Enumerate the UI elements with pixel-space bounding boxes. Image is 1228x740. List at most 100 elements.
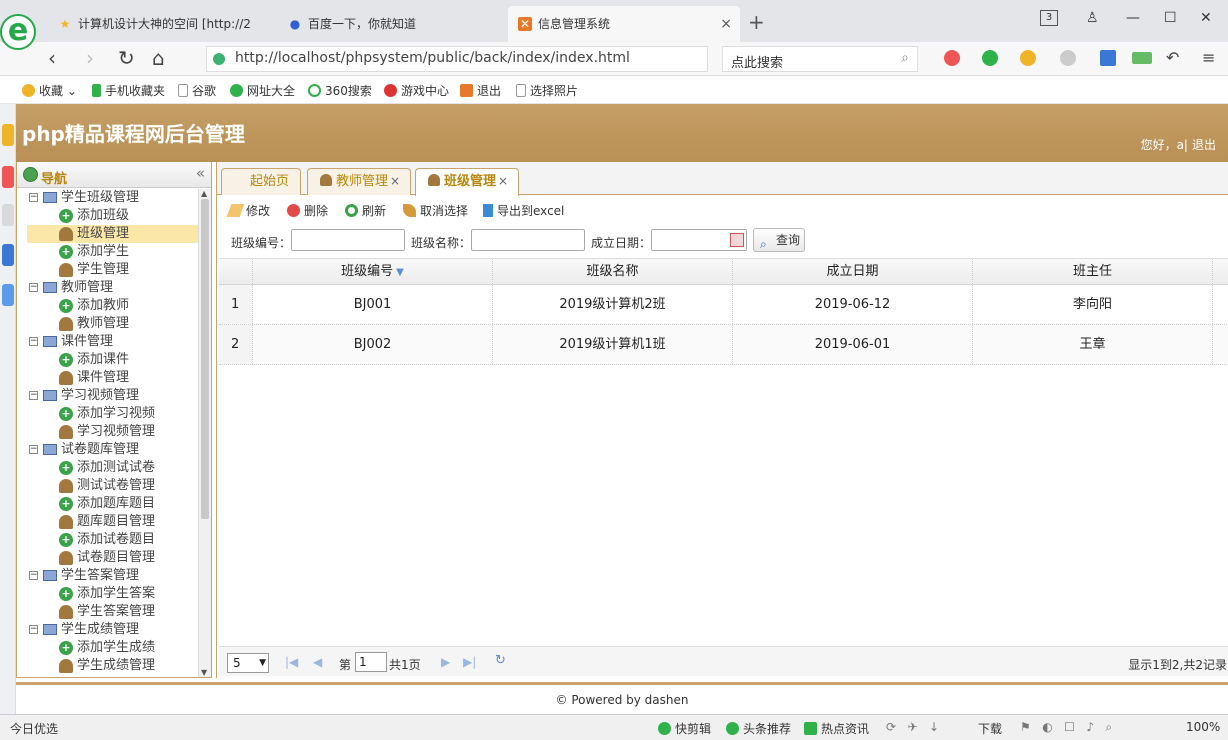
bookmark-directory[interactable]: 网址大全 xyxy=(230,82,295,99)
tree-group-courseware[interactable]: − 课件管理 xyxy=(17,333,199,351)
tree-item-student-manage[interactable]: 学生管理 xyxy=(17,261,199,279)
new-tab-button[interactable]: + xyxy=(748,10,765,34)
sidebar-star-icon[interactable] xyxy=(2,124,14,146)
next-page-icon[interactable]: ▶ xyxy=(441,655,450,669)
nav-scrollbar[interactable]: ▲ ▼ xyxy=(198,189,211,677)
zoom-level[interactable]: 100% xyxy=(1186,720,1220,734)
tree-group-answers[interactable]: − 学生答案管理 xyxy=(17,567,199,585)
bookmark-360[interactable]: 360搜索 xyxy=(308,82,372,99)
scroll-down-icon[interactable]: ▼ xyxy=(201,668,207,677)
home-icon[interactable]: ⌂ xyxy=(152,46,165,70)
bookmark-favorites[interactable]: 收藏 ⌄ xyxy=(22,82,77,99)
tree-item-video-manage[interactable]: 学习视频管理 xyxy=(17,423,199,441)
collapse-toggle-icon[interactable]: − xyxy=(29,571,38,580)
tree-item-courseware-manage[interactable]: 课件管理 xyxy=(17,369,199,387)
last-page-icon[interactable]: ▶| xyxy=(463,655,476,669)
sidebar-game-icon[interactable] xyxy=(2,204,14,226)
collapse-toggle-icon[interactable]: − xyxy=(29,391,38,400)
close-tab-icon[interactable]: × xyxy=(720,6,732,42)
tree-item-add-test-paper[interactable]: + 添加测试试卷 xyxy=(17,459,199,477)
translate-icon[interactable] xyxy=(982,50,998,66)
reload-icon[interactable]: ↻ xyxy=(118,46,135,70)
page-number-input[interactable]: 1 xyxy=(355,652,387,672)
chat-icon[interactable] xyxy=(1060,50,1076,66)
bookmark-logout[interactable]: 退出 xyxy=(460,82,501,99)
logout-link[interactable]: 退出 xyxy=(1192,138,1216,152)
edit-button[interactable]: 修改 xyxy=(226,202,270,219)
tab-home[interactable]: 起始页 xyxy=(221,168,301,195)
shirt-icon[interactable]: ♙ xyxy=(1086,10,1099,26)
tree-item-add-class[interactable]: + 添加班级 xyxy=(17,207,199,225)
close-window-icon[interactable]: ✕ xyxy=(1200,10,1212,26)
column-header-date[interactable]: 成立日期 xyxy=(733,259,973,284)
tree-item-add-answer[interactable]: + 添加学生答案 xyxy=(17,585,199,603)
collapse-toggle-icon[interactable]: − xyxy=(29,193,38,202)
status-headlines[interactable]: 头条推荐 xyxy=(726,720,791,737)
collapse-toggle-icon[interactable]: − xyxy=(29,283,38,292)
column-header-class-name[interactable]: 班级名称 xyxy=(493,259,733,284)
table-row[interactable]: 1 BJ001 2019级计算机2班 2019-06-12 李向阳 xyxy=(219,285,1228,325)
bookmark-photo[interactable]: 选择照片 xyxy=(516,82,578,99)
deselect-button[interactable]: 取消选择 xyxy=(403,202,468,219)
calendar-icon[interactable] xyxy=(730,233,744,247)
tree-group-exam[interactable]: − 试卷题库管理 xyxy=(17,441,199,459)
tree-item-bank-question-manage[interactable]: 题库题目管理 xyxy=(17,513,199,531)
class-no-input[interactable] xyxy=(291,229,405,251)
first-page-icon[interactable]: |◀ xyxy=(285,655,298,669)
class-name-input[interactable] xyxy=(471,229,585,251)
collapse-toggle-icon[interactable]: − xyxy=(29,625,38,634)
tree-group-scores[interactable]: − 学生成绩管理 xyxy=(17,621,199,639)
export-excel-button[interactable]: 导出到excel xyxy=(483,202,564,219)
status-tools-icon[interactable]: ⟳ ✈ ↓ xyxy=(886,720,939,734)
undo-icon[interactable]: ↶ xyxy=(1166,48,1179,67)
scroll-thumb[interactable] xyxy=(201,199,209,519)
tree-item-add-paper-question[interactable]: + 添加试卷题目 xyxy=(17,531,199,549)
tree-group-teacher[interactable]: − 教师管理 xyxy=(17,279,199,297)
scissors-icon[interactable] xyxy=(944,50,960,66)
search-icon[interactable]: ⌕ xyxy=(901,50,909,66)
delete-button[interactable]: 删除 xyxy=(287,202,328,219)
sidebar-red-icon[interactable] xyxy=(2,166,14,188)
collapse-toggle-icon[interactable]: − xyxy=(29,445,38,454)
scroll-up-icon[interactable]: ▲ xyxy=(201,189,207,198)
apps-icon[interactable] xyxy=(1100,50,1116,66)
tree-item-add-score[interactable]: + 添加学生成绩 xyxy=(17,639,199,657)
status-download[interactable]: 下载 xyxy=(978,720,1002,737)
coin-icon[interactable] xyxy=(1020,50,1036,66)
back-icon[interactable]: ‹ xyxy=(48,46,56,70)
maximize-icon[interactable]: ☐ xyxy=(1164,10,1177,26)
status-misc-icons[interactable]: ⚑ ◐ ☐ ♪ ⌕ xyxy=(1020,720,1112,735)
tree-item-add-teacher[interactable]: + 添加教师 xyxy=(17,297,199,315)
minimize-icon[interactable]: — xyxy=(1126,10,1140,26)
tree-item-paper-question-manage[interactable]: 试卷题目管理 xyxy=(17,549,199,567)
tab-count-badge[interactable]: 3 xyxy=(1040,10,1058,26)
browser-search-input[interactable]: 点此搜索 ⌕ xyxy=(722,46,918,72)
page-size-select[interactable]: 5 ▼ xyxy=(227,653,269,673)
tree-item-add-video[interactable]: + 添加学习视频 xyxy=(17,405,199,423)
browser-tab-blog[interactable]: ★ 计算机设计大神的空间 [http://2 xyxy=(48,6,260,42)
tree-item-class-manage[interactable]: 班级管理 xyxy=(27,225,199,243)
tree-group-video[interactable]: − 学习视频管理 xyxy=(17,387,199,405)
forward-icon[interactable]: › xyxy=(86,46,94,70)
url-input[interactable]: http://localhost/phpsystem/public/back/i… xyxy=(206,46,708,72)
status-today-picks[interactable]: 今日优选 xyxy=(10,720,58,737)
collapse-toggle-icon[interactable]: − xyxy=(29,337,38,346)
tree-item-teacher-manage[interactable]: 教师管理 xyxy=(17,315,199,333)
tree-item-score-manage[interactable]: 学生成绩管理 xyxy=(17,657,199,675)
menu-icon[interactable]: ≡ xyxy=(1202,48,1215,67)
query-button[interactable]: ⌕ 查询 xyxy=(753,228,805,252)
bookmark-google[interactable]: 谷歌 xyxy=(178,82,216,99)
close-tab-icon[interactable]: × xyxy=(390,174,400,188)
column-header-class-no[interactable]: 班级编号 ▼ xyxy=(253,259,493,284)
sidebar-mail-icon[interactable] xyxy=(2,284,14,306)
battery-icon[interactable] xyxy=(1132,52,1152,64)
tab-teacher-manage[interactable]: 教师管理 × xyxy=(307,168,411,195)
tree-item-answer-manage[interactable]: 学生答案管理 xyxy=(17,603,199,621)
sidebar-blue-icon[interactable] xyxy=(2,244,14,266)
tab-class-manage[interactable]: 班级管理 × xyxy=(415,168,519,196)
tree-item-add-bank-question[interactable]: + 添加题库题目 xyxy=(17,495,199,513)
tree-group-class[interactable]: − 学生班级管理 xyxy=(17,189,199,207)
bookmark-mobile[interactable]: 手机收藏夹 xyxy=(92,82,165,99)
prev-page-icon[interactable]: ◀ xyxy=(313,655,322,669)
tree-item-test-paper-manage[interactable]: 测试试卷管理 xyxy=(17,477,199,495)
